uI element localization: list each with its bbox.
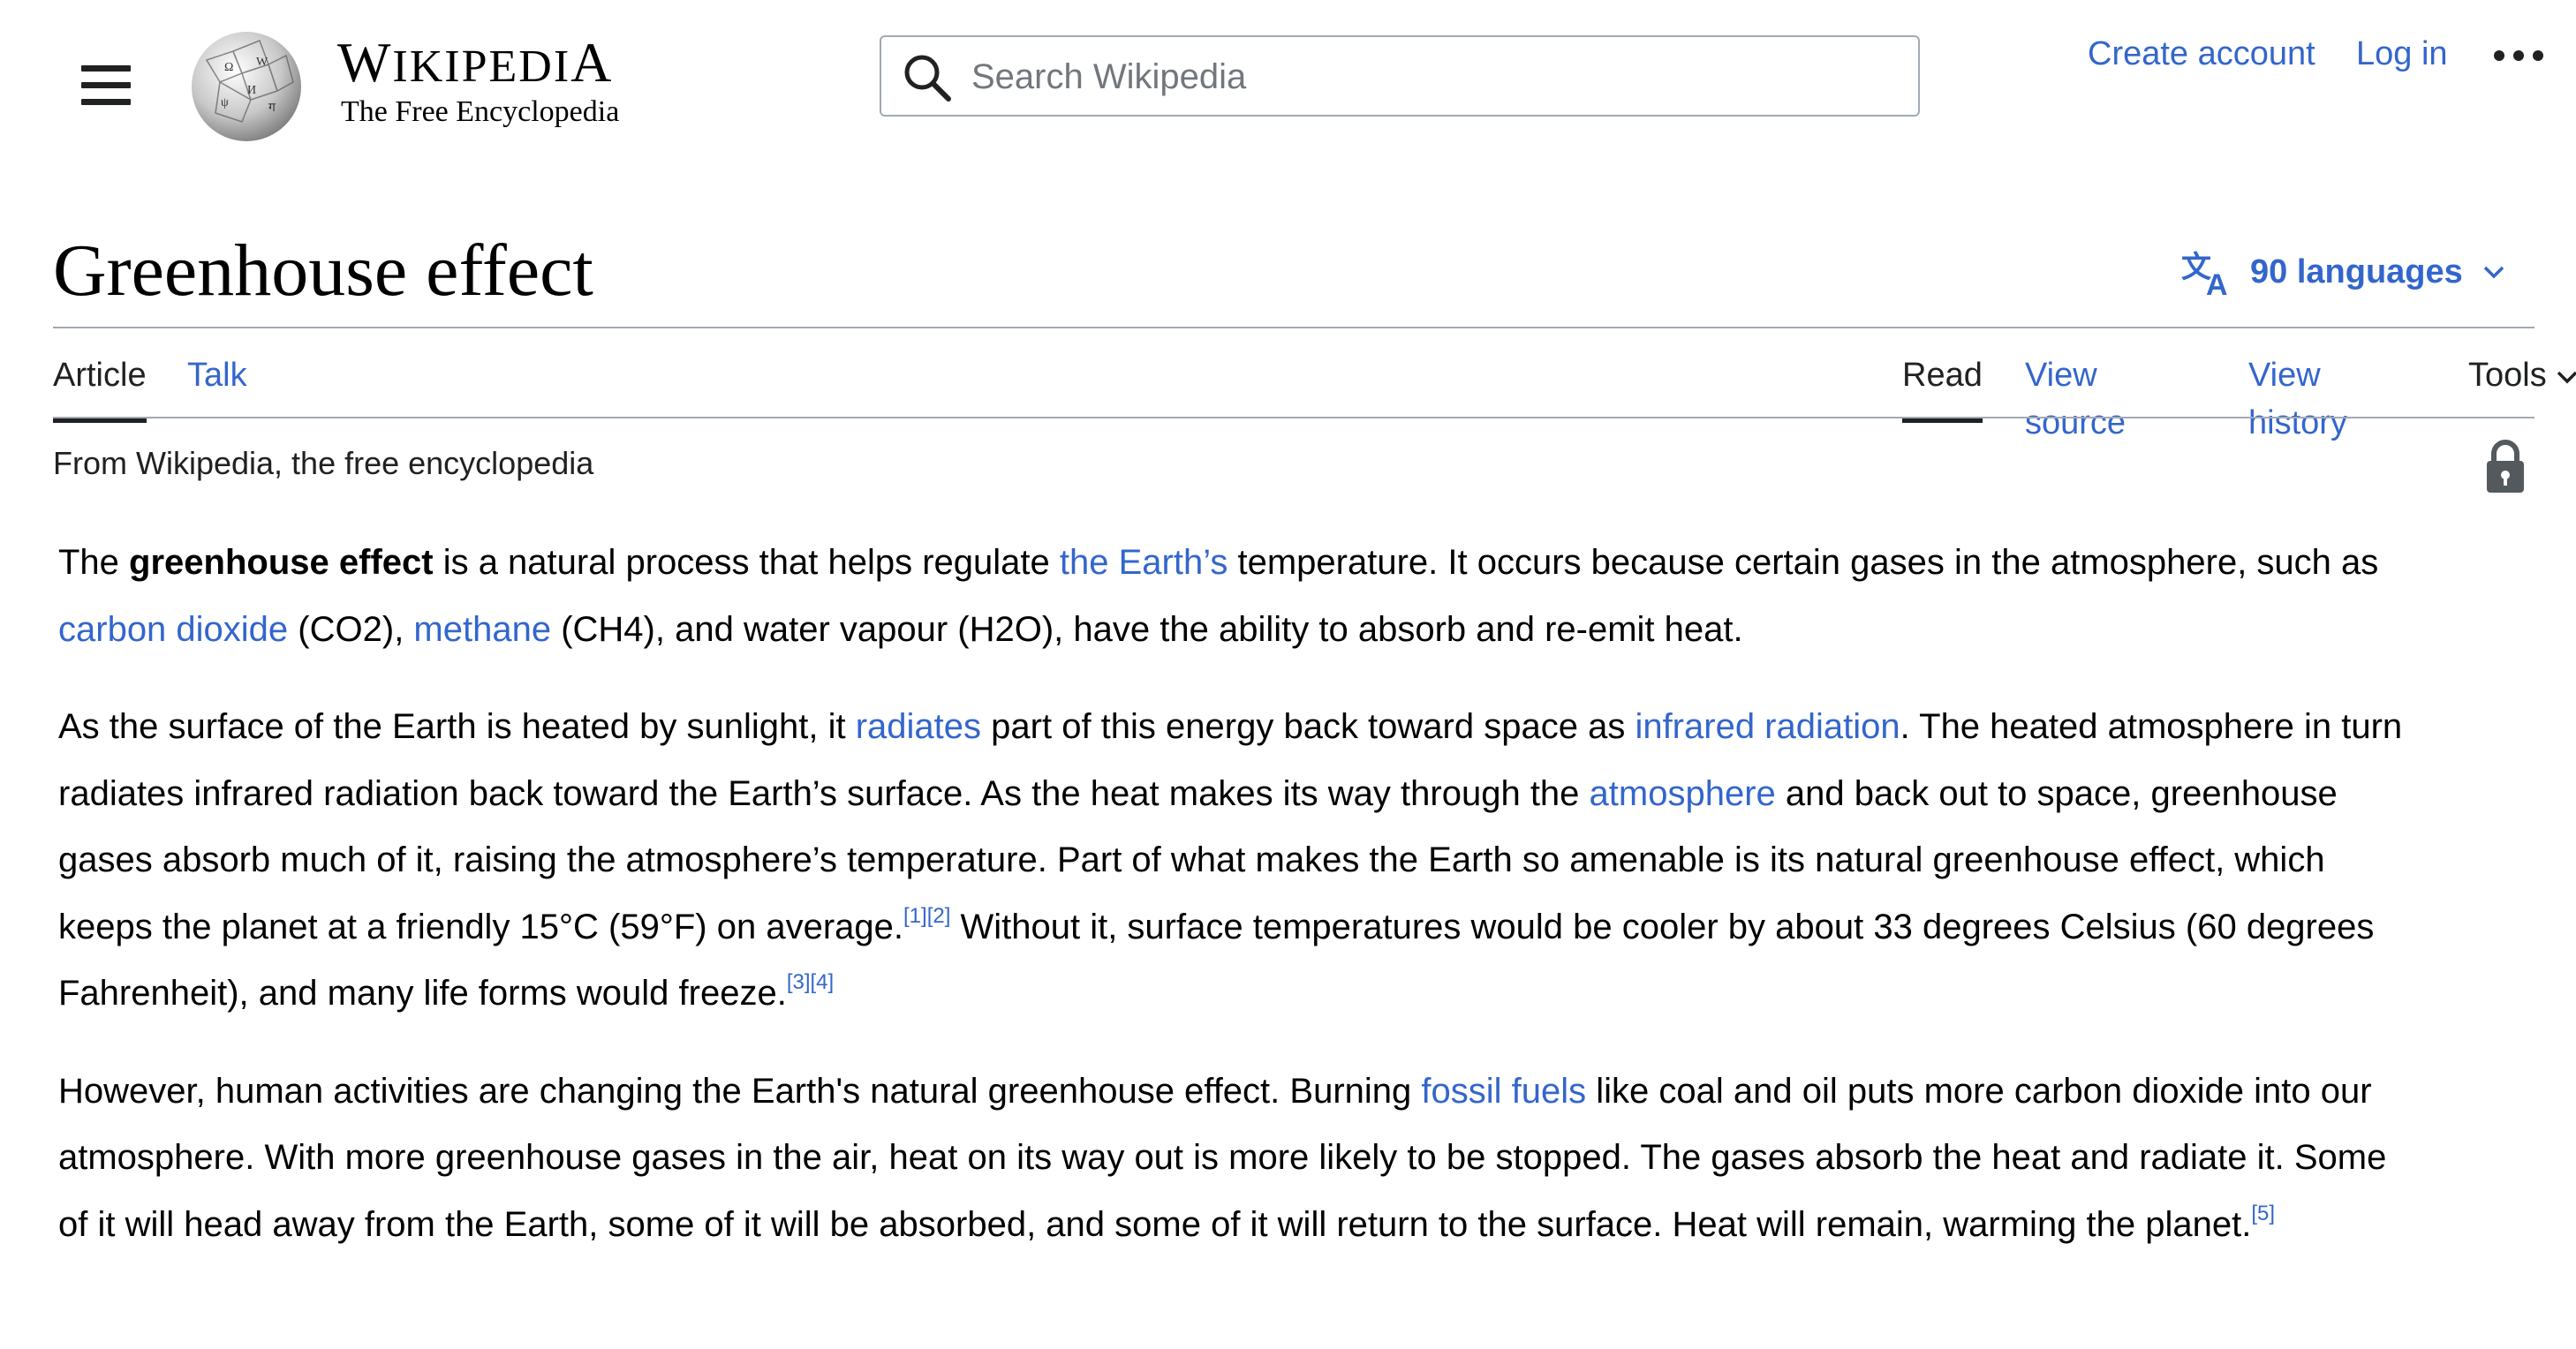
search-box[interactable]: [880, 35, 1920, 117]
tab-article[interactable]: Article: [53, 351, 147, 423]
tools-dropdown[interactable]: Tools: [2468, 351, 2576, 418]
create-account-link[interactable]: Create account: [2088, 35, 2315, 73]
wikipedia-wordmark[interactable]: WIKIPEDIA: [337, 30, 613, 95]
wikipedia-tagline: The Free Encyclopedia: [341, 95, 620, 128]
svg-text:A: A: [2206, 268, 2228, 297]
search-input[interactable]: [970, 49, 1900, 104]
tab-view-source[interactable]: View source: [2025, 351, 2126, 441]
site-header: Ω W И ψ ग WIKIPEDIA The Free Encyclopedia C…: [0, 0, 2576, 159]
hamburger-menu-icon[interactable]: [81, 65, 131, 106]
link-carbon-dioxide[interactable]: carbon dioxide: [58, 610, 288, 649]
ellipsis-icon[interactable]: [2492, 42, 2545, 69]
article-body: The greenhouse effect is a natural proce…: [58, 530, 2407, 1289]
tabs-divider: [53, 417, 2534, 418]
search-icon: [904, 55, 951, 102]
site-subtitle: From Wikipedia, the free encyclopedia: [53, 445, 594, 481]
svg-text:W: W: [256, 56, 268, 69]
svg-text:ग: ग: [268, 102, 276, 115]
lock-icon[interactable]: [2483, 438, 2527, 494]
paragraph-2: As the surface of the Earth is heated by…: [58, 707, 2403, 1013]
link-radiates[interactable]: radiates: [856, 707, 981, 746]
paragraph-1: The greenhouse effect is a natural proce…: [58, 543, 2379, 649]
languages-label: 90 languages: [2250, 252, 2463, 290]
link-methane[interactable]: methane: [413, 610, 551, 649]
chevron-down-icon: [2557, 371, 2576, 384]
tools-label: Tools: [2468, 357, 2547, 394]
log-in-link[interactable]: Log in: [2356, 35, 2448, 73]
reference-2[interactable]: [2]: [927, 904, 951, 928]
tab-talk[interactable]: Talk: [187, 351, 247, 418]
languages-button[interactable]: 文 A 90 languages: [2181, 247, 2507, 297]
reference-3[interactable]: [3]: [787, 970, 811, 994]
svg-text:Ω: Ω: [224, 61, 233, 74]
link-infrared-radiation[interactable]: infrared radiation: [1635, 707, 1900, 746]
reference-4[interactable]: [4]: [811, 970, 835, 994]
tab-view-history[interactable]: View history: [2248, 351, 2347, 441]
title-divider: [53, 327, 2534, 328]
reference-5[interactable]: [5]: [2251, 1202, 2275, 1225]
link-the-earths[interactable]: the Earth’s: [1060, 543, 1228, 582]
translate-icon: 文 A: [2181, 250, 2228, 297]
chevron-down-icon: [2483, 266, 2504, 279]
tab-read[interactable]: Read: [1902, 351, 1983, 423]
svg-text:ψ: ψ: [221, 96, 229, 109]
bold-term: greenhouse effect: [129, 543, 434, 582]
page-title: Greenhouse effect: [53, 230, 593, 312]
svg-text:И: И: [247, 84, 256, 97]
link-atmosphere[interactable]: atmosphere: [1590, 774, 1776, 813]
link-fossil-fuels[interactable]: fossil fuels: [1421, 1072, 1586, 1111]
reference-1[interactable]: [1]: [903, 904, 927, 928]
paragraph-3: However, human activities are changing t…: [58, 1071, 2387, 1244]
wikipedia-globe-logo[interactable]: Ω W И ψ ग: [180, 25, 313, 145]
